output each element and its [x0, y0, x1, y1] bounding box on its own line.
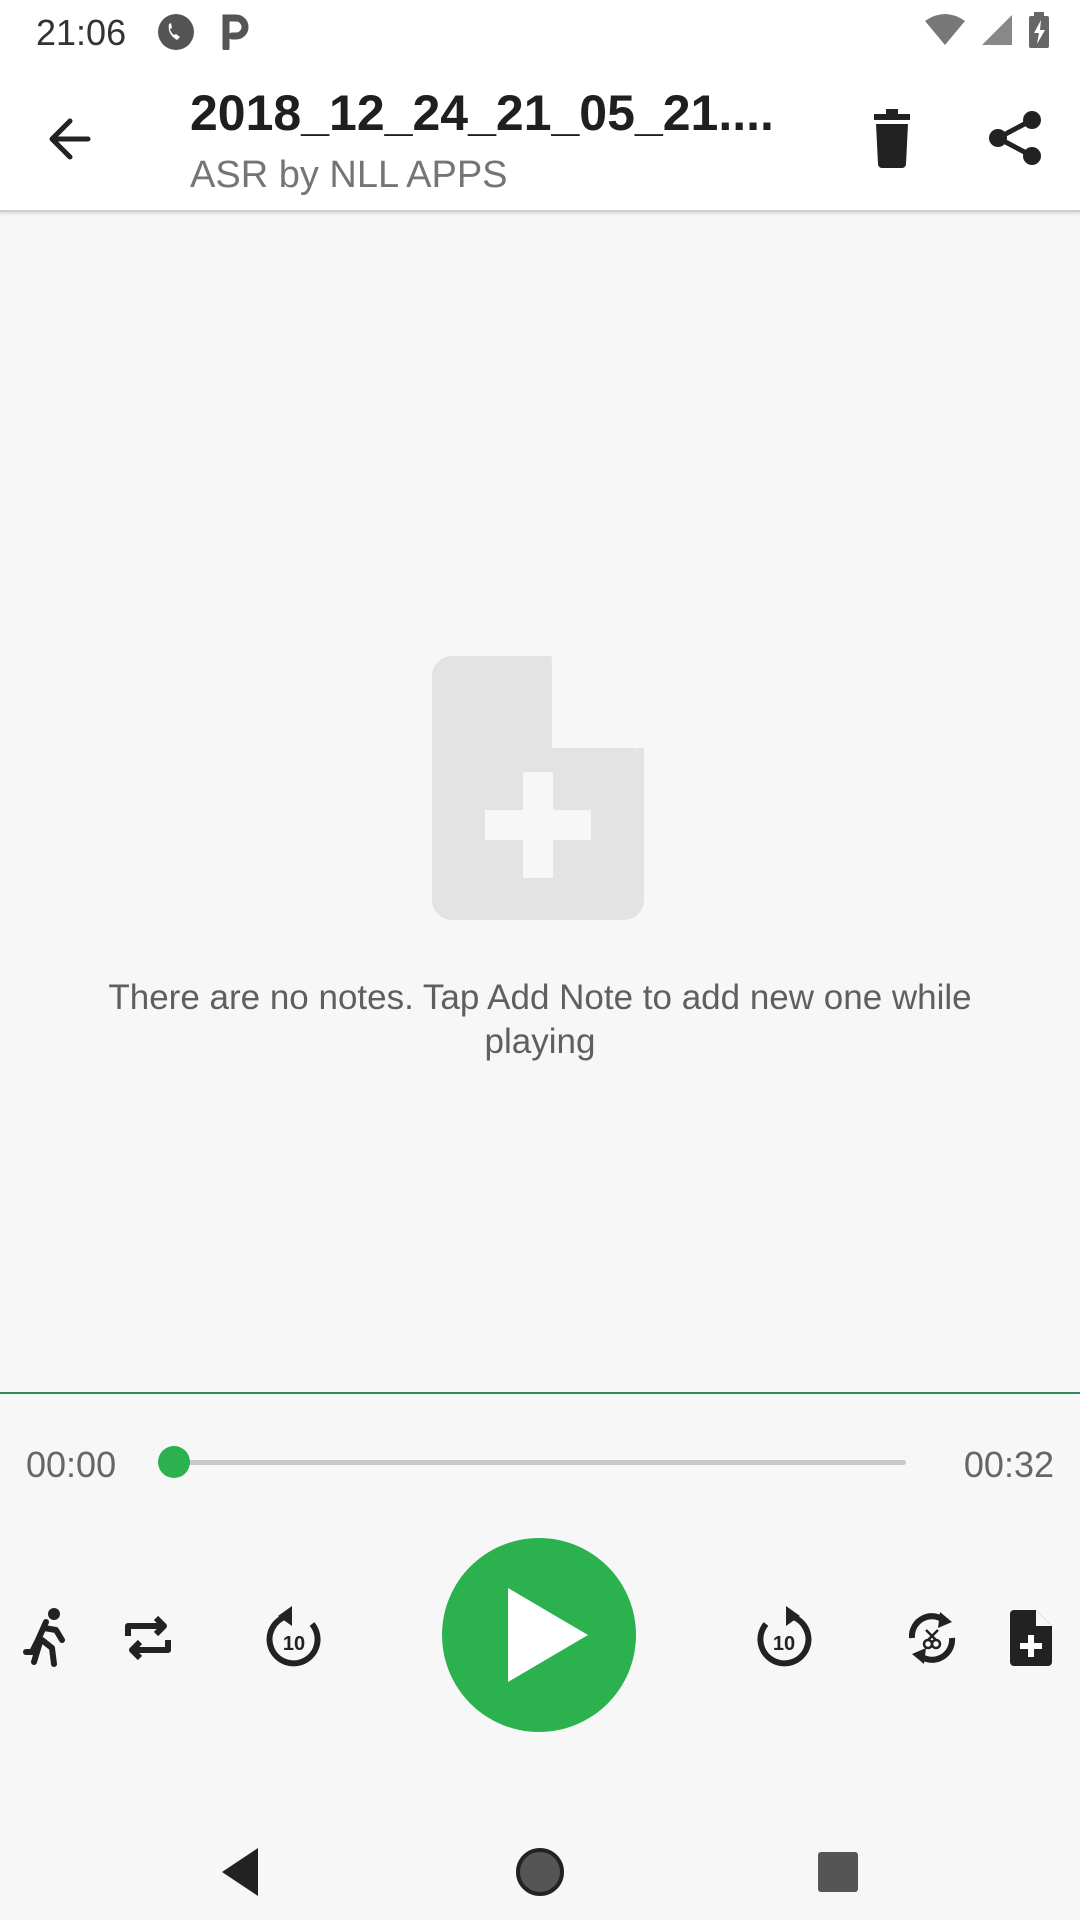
- repeat-icon[interactable]: [116, 1606, 180, 1670]
- seek-track[interactable]: [174, 1460, 906, 1465]
- svg-text:10: 10: [773, 1633, 795, 1655]
- current-time: 00:00: [26, 1444, 117, 1485]
- status-right-icons: [924, 12, 1050, 48]
- app-bar: 2018_12_24_21_05_21.... ASR by NLL APPS: [0, 62, 1080, 212]
- rewind-10-icon[interactable]: 10: [262, 1606, 326, 1670]
- wifi-icon: [925, 14, 965, 45]
- total-time: 00:32: [963, 1444, 1054, 1485]
- skip-silence-icon[interactable]: [900, 1606, 964, 1670]
- note-add-icon: [432, 656, 644, 920]
- play-button[interactable]: [442, 1538, 636, 1732]
- status-left-icons: [158, 14, 250, 50]
- system-nav-bar: [0, 1810, 1080, 1920]
- status-time: 21:06: [36, 12, 127, 53]
- empty-notes-message: There are no notes. Tap Add Note to add …: [108, 978, 972, 1061]
- playback-speed-icon[interactable]: [18, 1606, 82, 1670]
- add-note-icon[interactable]: [998, 1606, 1062, 1670]
- parking-icon: [222, 14, 249, 50]
- player-divider: [0, 1392, 1080, 1394]
- forward-10-icon[interactable]: 10: [752, 1606, 816, 1670]
- status-bar: 21:06: [0, 0, 1080, 62]
- back-triangle-icon[interactable]: [212, 1842, 272, 1902]
- recents-square-icon[interactable]: [808, 1842, 868, 1902]
- phone-icon: [158, 14, 194, 50]
- share-icon[interactable]: [984, 106, 1048, 170]
- signal-icon: [982, 15, 1012, 45]
- seek-thumb[interactable]: [158, 1446, 190, 1478]
- home-circle-icon[interactable]: [510, 1842, 570, 1902]
- svg-text:10: 10: [283, 1633, 305, 1655]
- page-title: 2018_12_24_21_05_21....: [190, 85, 774, 141]
- battery-charging-icon: [1029, 12, 1049, 48]
- page-subtitle: ASR by NLL APPS: [190, 154, 508, 196]
- back-arrow-icon[interactable]: [40, 107, 104, 171]
- delete-icon[interactable]: [860, 106, 924, 170]
- play-icon: [508, 1588, 588, 1682]
